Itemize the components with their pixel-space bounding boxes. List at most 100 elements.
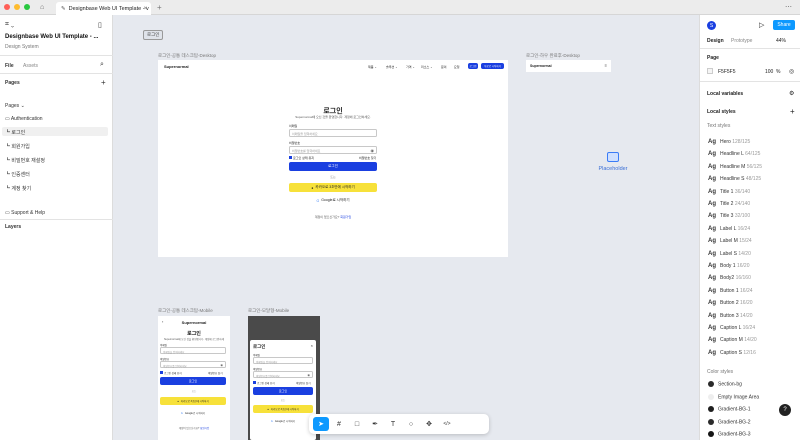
variables-icon[interactable]: ⚙ [789, 90, 794, 97]
frame-desktop-2[interactable]: Supernormal ≡ [526, 60, 611, 72]
page-color-value[interactable]: F5F5F5 [718, 69, 736, 75]
placeholder-element[interactable]: Placeholder [598, 152, 628, 178]
checkbox-icon[interactable] [289, 156, 292, 159]
email-input[interactable]: 이메일을 입력하세요 [289, 129, 377, 137]
text-style-item[interactable]: Ag Headline L 64/125 [708, 151, 760, 157]
color-style-item[interactable]: Gradient-BG-2 [708, 418, 751, 425]
text-style-item[interactable]: Ag Caption L 16/24 [708, 325, 755, 331]
kakao-login-button[interactable]: ● 카카오로 3초만에 시작하기 [289, 183, 377, 192]
text-style-item[interactable]: Ag Label L 16/24 [708, 226, 750, 232]
tab-assets[interactable]: Assets [23, 63, 38, 69]
password-input[interactable]: 비밀번호를 입력하세요 ◉ [253, 371, 313, 378]
move-tool-icon[interactable]: ➤ [313, 417, 329, 431]
page-item-authentication[interactable]: ▭ Authentication [5, 116, 43, 122]
checkbox-icon[interactable] [253, 381, 256, 384]
comment-tool-icon[interactable]: ○ [403, 417, 419, 431]
dev-mode-icon[interactable]: </> [439, 417, 455, 431]
text-style-item[interactable]: Ag Title 2 24/140 [708, 201, 750, 207]
nav-item-pricing[interactable]: 가격 ⌄ [406, 65, 415, 69]
kakao-login-button[interactable]: ● 카카오로 3초만에 시작하기 [253, 405, 313, 413]
share-button[interactable]: Share [773, 20, 795, 30]
text-style-item[interactable]: Ag Title 1 36/140 [708, 189, 750, 195]
text-style-item[interactable]: Ag Body2 16/160 [708, 275, 751, 281]
remember-checkbox[interactable]: 로그인 상태 유지 [253, 381, 275, 385]
text-style-item[interactable]: Ag Hero 128/125 [708, 139, 750, 145]
color-style-item[interactable]: Empty Image Area [708, 393, 759, 400]
password-input[interactable]: 비밀번호를 입력하세요 ◉ [289, 146, 377, 154]
password-input[interactable]: 비밀번호를 입력하세요 ◉ [160, 361, 226, 368]
text-style-item[interactable]: Ag Title 3 32/100 [708, 213, 750, 219]
google-login-button[interactable]: G Google로 시작하기 [160, 409, 226, 417]
login-button[interactable]: 로그인 [160, 377, 226, 385]
text-style-item[interactable]: Ag Button 3 14/20 [708, 313, 753, 319]
text-style-item[interactable]: Ag Button 2 16/20 [708, 300, 753, 306]
sidebar-toggle-icon[interactable]: ▯ [98, 21, 102, 29]
remember-checkbox[interactable]: 로그인 상태 유지 [160, 371, 182, 375]
forgot-password-link[interactable]: 비밀번호 찾기 [208, 371, 223, 375]
text-style-item[interactable]: Ag Caption S 12/16 [708, 350, 756, 356]
close-modal-icon[interactable]: × [311, 343, 313, 348]
rectangle-tool-icon[interactable]: □ [349, 417, 365, 431]
avatar[interactable]: S [707, 21, 716, 30]
text-style-item[interactable]: Ag Label S 14/20 [708, 251, 751, 257]
text-tool-icon[interactable]: T [385, 417, 401, 431]
tab-prototype[interactable]: Prototype [731, 38, 752, 44]
nav-item-contact[interactable]: 문의 [441, 65, 447, 69]
frame-label-mobile-2[interactable]: 로그인-모달형-Mobile [248, 308, 289, 314]
page-opacity-value[interactable]: 100 [765, 69, 773, 75]
page-item-pages[interactable]: Pages ⌄ [5, 103, 25, 109]
close-window-button[interactable] [4, 4, 10, 10]
search-icon[interactable]: ⌕ [100, 61, 104, 69]
visibility-icon[interactable]: ◎ [789, 68, 794, 75]
kakao-login-button[interactable]: ● 카카오로 3초만에 시작하기 [160, 397, 226, 405]
menu-icon[interactable]: ≡ [605, 63, 607, 68]
frame-label-mobile-1[interactable]: 로그인-공통 데스크탑-Mobile [158, 308, 213, 314]
page-item-reset-password[interactable]: ┗ 비밀번호 재설정 [5, 157, 45, 164]
email-input[interactable]: 이메일을 입력하세요 [253, 357, 313, 364]
canvas[interactable]: 로그인 로그인-공통 데스크탑-Desktop 로그인-하우 완료후-Deskt… [113, 15, 699, 440]
email-input[interactable]: 이메일을 입력하세요 [160, 347, 226, 354]
nav-item-solutions[interactable]: 솔루션 ⌄ [386, 65, 398, 69]
maximize-window-button[interactable] [24, 4, 30, 10]
text-style-item[interactable]: Ag Headline S 48/125 [708, 176, 761, 182]
page-item-verification[interactable]: ┗ 인증센터 [5, 171, 30, 178]
google-login-button[interactable]: G Google로 시작하기 [289, 196, 377, 205]
text-style-item[interactable]: Ag Caption M 14/20 [708, 337, 757, 343]
eye-icon[interactable]: ◉ [307, 373, 310, 377]
file-title[interactable]: Designbase Web UI Template - ... [5, 34, 98, 40]
nav-item-products[interactable]: 제품 ⌄ [368, 65, 377, 69]
more-icon[interactable]: ⋯ [785, 3, 792, 11]
close-tab-icon[interactable]: × [143, 6, 147, 12]
local-variables[interactable]: Local variables [707, 91, 743, 97]
frame-label-desktop-2[interactable]: 로그인-하우 완료후-Desktop [526, 53, 580, 59]
add-style-icon[interactable]: + [790, 107, 795, 116]
file-tab[interactable]: ✎ Designbase Web UI Template - v × [56, 2, 151, 15]
text-style-item[interactable]: Ag Body 1 16/20 [708, 263, 749, 269]
signup-link[interactable]: 회원가입 [200, 427, 209, 430]
frame-mobile-1[interactable]: ‹ Supernormal 로그인 Supernormal에 오신 것을 환영합… [158, 316, 230, 440]
forgot-password-link[interactable]: 비밀번호 찾기 [359, 156, 376, 160]
signup-link[interactable]: 회원가입 [340, 215, 351, 219]
frame-label-desktop[interactable]: 로그인-공통 데스크탑-Desktop [158, 53, 216, 59]
eye-icon[interactable]: ◉ [220, 363, 223, 367]
text-style-item[interactable]: Ag Label M 15/24 [708, 238, 752, 244]
add-page-icon[interactable]: + [101, 78, 106, 87]
eye-icon[interactable]: ◉ [371, 148, 375, 153]
google-login-button[interactable]: G Google로 시작하기 [253, 417, 313, 425]
actions-tool-icon[interactable]: ✥ [421, 417, 437, 431]
nav-item-request[interactable]: 요청 [454, 65, 460, 69]
frame-tool-icon[interactable]: # [331, 417, 347, 431]
nav-item-resources[interactable]: 리소스 ⌄ [421, 65, 433, 69]
nav-start-button[interactable]: 무료로 시작하기 [481, 63, 504, 69]
figma-menu-icon[interactable]: ⌗ ⌄ [5, 21, 14, 29]
text-style-item[interactable]: Ag Headline M 56/125 [708, 164, 762, 170]
frame-desktop[interactable]: Supernormal 제품 ⌄ 솔루션 ⌄ 가격 ⌄ 리소스 ⌄ 문의 요청 … [158, 60, 508, 257]
login-button[interactable]: 로그인 [253, 387, 313, 395]
play-icon[interactable]: ▷ [759, 21, 764, 29]
home-icon[interactable]: ⌂ [40, 4, 44, 11]
page-color-swatch[interactable] [707, 68, 713, 74]
forgot-password-link[interactable]: 비밀번호 찾기 [296, 381, 311, 385]
tab-file[interactable]: File [5, 63, 14, 69]
pen-tool-icon[interactable]: ✒ [367, 417, 383, 431]
remember-checkbox[interactable]: 로그인 상태 유지 [289, 156, 314, 160]
